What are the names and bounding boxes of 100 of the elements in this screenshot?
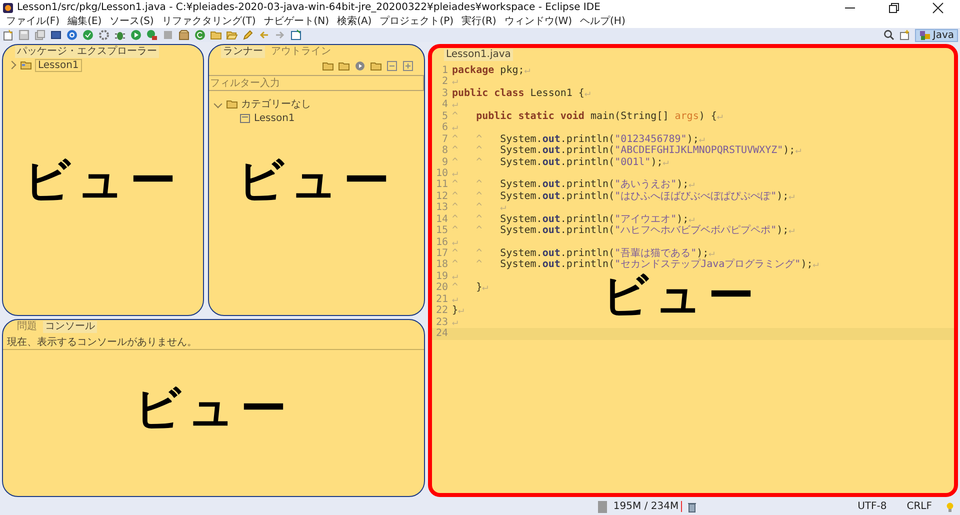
menu-item[interactable]: ヘルプ(H) [576,15,630,28]
line-number: 2 [440,76,449,88]
menu-item[interactable]: 実行(R) [458,15,500,28]
tab-marker: ^ [476,248,484,260]
tab-marker: ^ [476,156,484,168]
debug-icon[interactable] [114,29,126,41]
line-end-marker: ↵ [452,76,458,88]
menu-item[interactable]: 検索(A) [333,15,376,28]
window-title: Lesson1/src/pkg/Lesson1.java - C:¥pleiades-2020-03-java-win-64bit-jre_20200322¥pleiades¥workspace - Eclipse IDE [17,2,600,13]
package-icon[interactable] [178,29,190,41]
line-end-marker: ↵ [452,122,458,134]
search-icon[interactable] [882,29,895,41]
code-token: ); [650,156,663,168]
code-token: .println( [560,145,615,156]
run-icon[interactable] [354,60,366,72]
tab-marker: ^ [452,259,460,271]
tree-item[interactable]: カテゴリーなし [241,97,311,111]
arrow-left-icon[interactable] [258,29,270,41]
code-token: ); [800,259,813,270]
line-number: 16 [434,236,449,248]
code-token: ); [676,179,689,190]
menu-item[interactable]: ナビゲート(N) [260,15,334,28]
line-end-marker: ↵ [452,294,458,305]
line-number: 12 [434,190,449,202]
trash-icon[interactable] [686,500,698,512]
line-number: 17 [434,248,449,260]
folder-icon[interactable] [370,60,382,72]
filter-field[interactable]: フィルター入力 [209,75,424,91]
open-perspective-icon[interactable] [898,29,911,41]
code-token: "あいうえお" [614,179,677,190]
target-icon[interactable] [66,29,78,41]
view-tab[interactable]: パッケージ・エクスプローラー [15,46,159,58]
menu-item[interactable]: リファクタリング(T) [158,15,260,28]
arrow-right-icon[interactable] [274,29,286,41]
terminal-icon[interactable] [50,29,62,41]
line-number: 14 [434,214,449,226]
line-end-marker: ↵ [452,99,458,110]
run-icon[interactable] [130,29,142,41]
code-token: } [452,305,458,316]
line-end-marker: ↵ [698,134,705,145]
view-tab[interactable]: Lesson1.java [444,48,513,60]
code-token: .println( [560,248,615,259]
tab-marker: ^ [476,179,484,191]
code-token: .println( [560,156,615,168]
project-folder-icon [20,59,32,71]
expand-all-icon[interactable] [402,60,414,72]
line-number: 13 [434,202,449,214]
tab-marker: ^ [452,202,460,214]
tab-marker: ^ [452,225,460,237]
code-token: args [674,110,699,122]
save-all-icon[interactable] [34,29,46,41]
code-token: .println( [560,134,615,145]
view-tab[interactable]: コンソール [43,320,97,332]
folder-icon [226,98,238,110]
line-end-marker: ↵ [452,270,458,282]
tab-marker: ^ [452,179,460,191]
code-token: System. [500,190,542,202]
line-end-marker: ↵ [688,214,695,225]
tab-marker: ^ [476,190,484,202]
code-token: ); [696,248,709,259]
code-token: "はひふへほばびぶべぼぱぴぷぺぽ" [614,190,777,202]
code-token: } [476,282,482,294]
perspective-button[interactable]: Java [914,28,958,42]
line-number: 21 [434,294,449,306]
menu-item[interactable]: プロジェクト(P) [376,15,458,28]
code-token: public class [452,88,524,99]
code-token: .println( [560,179,615,190]
class-icon[interactable] [194,29,206,41]
external-tool-icon[interactable] [146,29,158,41]
line-number: 11 [434,179,449,191]
menu-item[interactable]: 編集(E) [64,15,106,28]
line-end-marker: ↵ [458,305,464,316]
code-token: .println( [560,225,615,236]
line-end-marker: ↵ [524,65,530,76]
view-tab[interactable]: ランナー [221,46,265,58]
collapse-all-icon[interactable] [386,60,398,72]
window-icon[interactable] [290,29,302,41]
restore-icon [888,2,900,14]
new-file-icon[interactable] [2,29,14,41]
line-end-marker: ↵ [452,316,458,328]
folder-icon[interactable] [338,60,350,72]
code-token: ) { [698,110,717,122]
check-circle-icon[interactable] [82,29,94,41]
line-end-marker: ↵ [788,225,795,236]
line-number: 10 [434,168,449,180]
menu-item[interactable]: ソース(S) [106,15,158,28]
menu-item[interactable]: ファイル(F) [2,15,64,28]
stop-icon[interactable] [162,29,174,41]
folder-icon[interactable] [322,60,334,72]
open-folder-icon[interactable] [226,29,238,41]
line-number: 7 [440,134,449,146]
code-token: out [542,190,560,202]
menu-item[interactable]: ウィンドウ(W) [500,15,576,28]
code-token: ); [783,145,796,156]
tree-item[interactable]: Lesson1 [254,112,295,124]
code-token: "アイウエオ" [614,214,677,225]
save-icon[interactable] [18,29,30,41]
tab-marker: ^ [452,134,460,146]
code-token: System. [500,259,542,270]
tree-item[interactable]: Lesson1 [35,58,82,72]
